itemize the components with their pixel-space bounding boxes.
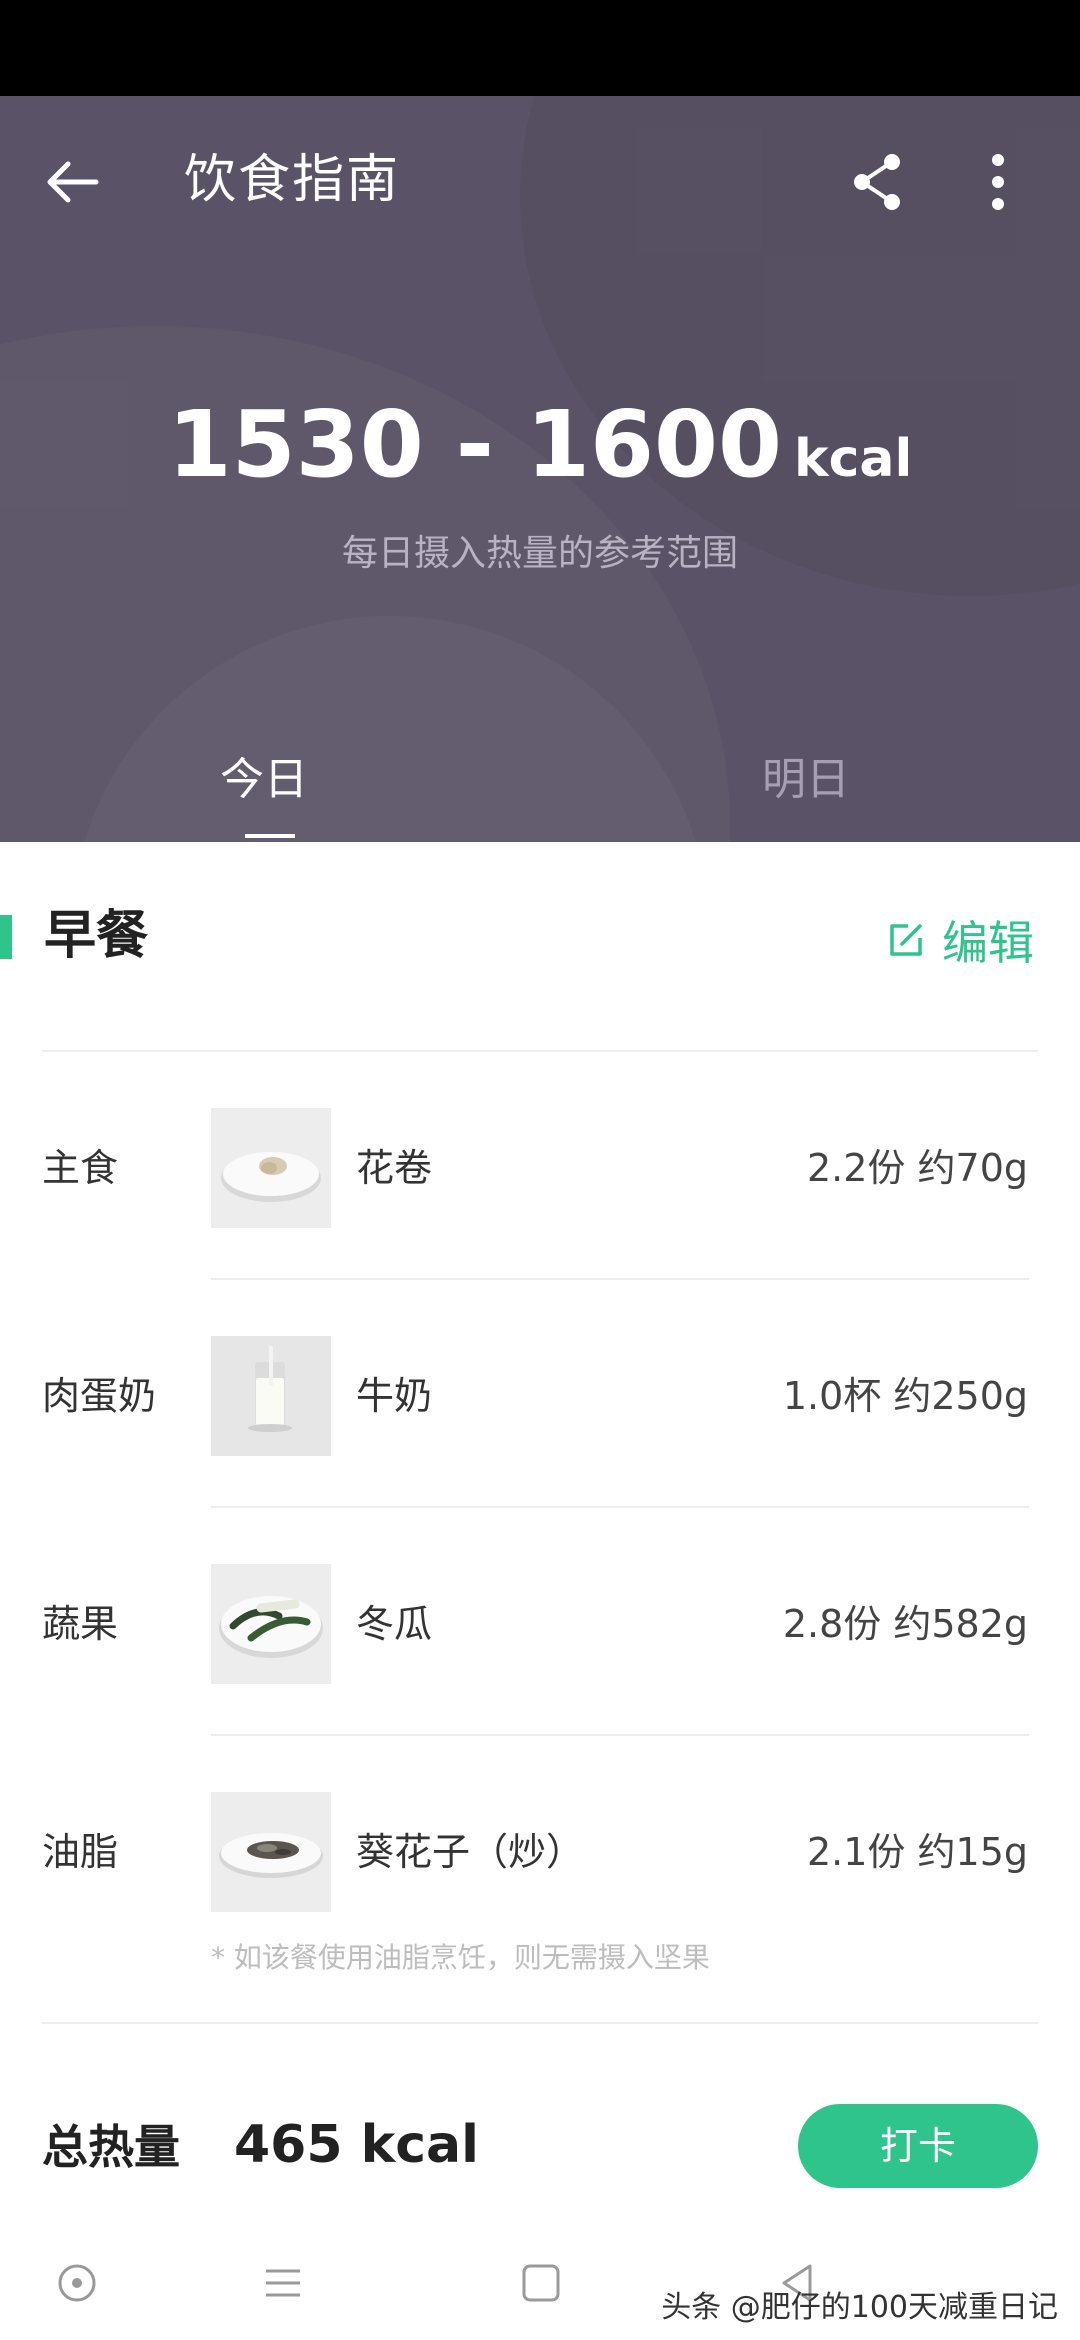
more-vertical-icon[interactable] <box>962 146 1034 218</box>
food-row-vegetable[interactable]: 蔬果 冬瓜 2.8份 约582g <box>0 1564 1080 1684</box>
food-category: 肉蛋奶 <box>42 1374 157 1418</box>
divider <box>42 1050 1038 1052</box>
edit-icon <box>890 924 922 956</box>
back-arrow-icon[interactable] <box>38 146 110 218</box>
row-divider <box>211 1278 1029 1280</box>
food-category: 蔬果 <box>42 1602 119 1646</box>
section-accent-bar <box>0 915 12 959</box>
share-icon[interactable] <box>842 146 914 218</box>
bun-plate-icon <box>211 1108 331 1228</box>
nav-home-icon[interactable] <box>516 2258 566 2308</box>
food-category: 主食 <box>42 1146 119 1190</box>
sunflower-seeds-plate-icon <box>211 1792 331 1912</box>
food-name: 葵花子（炒） <box>356 1830 585 1874</box>
meal-title: 早餐 <box>44 906 149 966</box>
food-amount: 2.1份 约15g <box>807 1830 1028 1874</box>
header: 饮食指南 1530 - 1600 kcal 每日摄入热量的参考范围 今日 明日 <box>0 96 1080 842</box>
milk-glass-icon <box>211 1336 331 1456</box>
watermark: 头条 @肥仔的100天减重日记 <box>661 2290 1058 2325</box>
tab-today[interactable]: 今日 <box>220 750 308 810</box>
food-name: 冬瓜 <box>356 1602 433 1646</box>
row-divider <box>211 1506 1029 1508</box>
food-category: 油脂 <box>42 1830 119 1874</box>
edit-label: 编辑 <box>942 916 1034 970</box>
active-tab-indicator <box>245 834 295 838</box>
nav-menu-icon[interactable] <box>258 2258 308 2308</box>
food-row-protein[interactable]: 肉蛋奶 牛奶 1.0杯 约250g <box>0 1336 1080 1456</box>
kcal-range-value: 1530 - 1600 <box>167 391 783 498</box>
page-title: 饮食指南 <box>184 150 401 210</box>
row-divider <box>211 1734 1029 1736</box>
food-row-fat[interactable]: 油脂 葵花子（炒） 2.1份 约15g <box>0 1792 1080 1912</box>
food-amount: 2.8份 约582g <box>782 1602 1028 1646</box>
food-amount: 2.2份 约70g <box>807 1146 1028 1190</box>
kcal-caption: 每日摄入热量的参考范围 <box>341 533 738 574</box>
food-name: 花卷 <box>356 1146 433 1190</box>
nav-assist-icon[interactable] <box>52 2258 102 2308</box>
food-name: 牛奶 <box>356 1374 433 1418</box>
wax-gourd-plate-icon <box>211 1564 331 1684</box>
total-kcal-value: 465 kcal <box>234 2115 479 2175</box>
food-amount: 1.0杯 约250g <box>782 1374 1028 1418</box>
food-row-staple[interactable]: 主食 花卷 2.2份 约70g <box>0 1108 1080 1228</box>
total-kcal-label: 总热量 <box>42 2120 180 2174</box>
divider <box>42 2022 1038 2024</box>
edit-button[interactable]: 编辑 <box>886 910 1034 970</box>
tab-tomorrow[interactable]: 明日 <box>762 750 850 810</box>
kcal-unit: kcal <box>794 429 913 489</box>
checkin-button[interactable]: 打卡 <box>798 2104 1038 2188</box>
daily-kcal-range: 1530 - 1600 kcal <box>0 391 1080 498</box>
oil-note: * 如该餐使用油脂烹饪，则无需摄入坚果 <box>211 1941 710 1974</box>
status-bar <box>0 0 1080 96</box>
